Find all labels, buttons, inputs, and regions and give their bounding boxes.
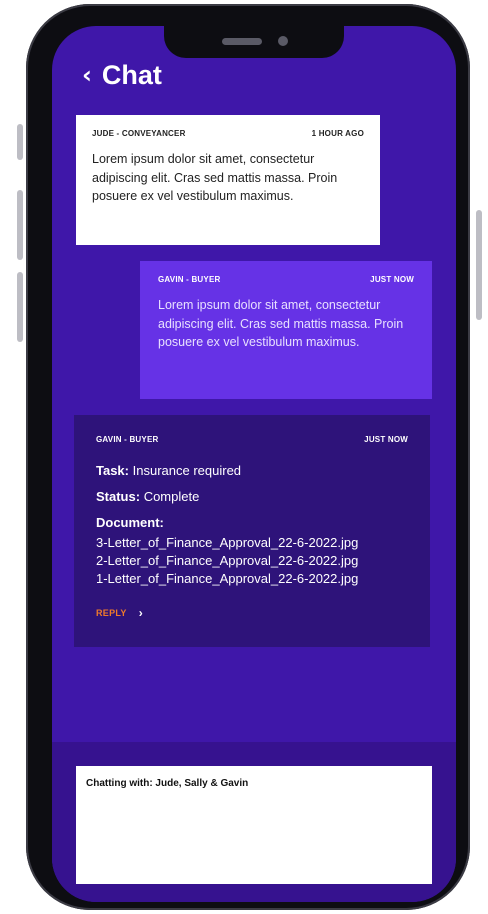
message-bubble-incoming: JUDE - CONVEYANCER 1 HOUR AGO Lorem ipsu… bbox=[76, 115, 380, 245]
reply-button[interactable]: REPLY › bbox=[96, 606, 408, 620]
message-header: GAVIN - BUYER JUST NOW bbox=[158, 275, 414, 284]
message-header: JUDE - CONVEYANCER 1 HOUR AGO bbox=[92, 129, 364, 138]
status-value: Complete bbox=[143, 489, 200, 504]
message-text: Lorem ipsum dolor sit amet, consectetur … bbox=[158, 298, 404, 349]
task-row: Task: Insurance required bbox=[96, 462, 408, 480]
document-list: 3-Letter_of_Finance_Approval_22-6-2022.j… bbox=[96, 534, 408, 588]
message-time: JUST NOW bbox=[364, 435, 408, 444]
mute-switch bbox=[17, 124, 23, 160]
document-link[interactable]: 3-Letter_of_Finance_Approval_22-6-2022.j… bbox=[96, 534, 408, 552]
message-sender: GAVIN - BUYER bbox=[96, 435, 159, 444]
message-text: Lorem ipsum dolor sit amet, consectetur … bbox=[92, 152, 338, 203]
task-value: Insurance required bbox=[132, 463, 242, 478]
power-button bbox=[476, 210, 482, 320]
front-camera bbox=[278, 36, 288, 46]
composer-area: Chatting with: Jude, Sally & Gavin bbox=[52, 742, 456, 902]
phone-notch bbox=[164, 26, 344, 58]
message-bubble-outgoing: GAVIN - BUYER JUST NOW Lorem ipsum dolor… bbox=[140, 261, 432, 399]
status-row: Status: Complete bbox=[96, 488, 408, 506]
status-label: Status: bbox=[96, 489, 141, 504]
document-link[interactable]: 1-Letter_of_Finance_Approval_22-6-2022.j… bbox=[96, 570, 408, 588]
chat-participants-label: Chatting with: Jude, Sally & Gavin bbox=[86, 778, 249, 789]
task-update-card: GAVIN - BUYER JUST NOW Task: Insurance r… bbox=[74, 415, 430, 647]
message-header: GAVIN - BUYER JUST NOW bbox=[96, 435, 408, 444]
speaker-grille bbox=[222, 38, 262, 45]
chevron-right-icon: › bbox=[138, 606, 143, 620]
volume-up-button bbox=[17, 190, 23, 260]
message-composer[interactable]: Chatting with: Jude, Sally & Gavin bbox=[76, 766, 432, 884]
document-row: Document: bbox=[96, 514, 408, 532]
reply-label: REPLY bbox=[96, 608, 127, 618]
chat-header: ‹ Chat bbox=[82, 58, 162, 92]
page-title: Chat bbox=[101, 59, 162, 90]
message-time: JUST NOW bbox=[370, 275, 414, 284]
message-sender: GAVIN - BUYER bbox=[158, 275, 221, 284]
phone-screen: ‹ Chat JUDE - CONVEYANCER 1 HOUR AGO Lor… bbox=[52, 26, 456, 902]
message-time: 1 HOUR AGO bbox=[311, 129, 364, 138]
task-label: Task: bbox=[96, 463, 129, 478]
message-sender: JUDE - CONVEYANCER bbox=[92, 129, 186, 138]
document-link[interactable]: 2-Letter_of_Finance_Approval_22-6-2022.j… bbox=[96, 552, 408, 570]
document-label: Document: bbox=[96, 515, 164, 530]
volume-down-button bbox=[17, 272, 23, 342]
back-chevron-icon[interactable]: ‹ bbox=[82, 63, 92, 87]
